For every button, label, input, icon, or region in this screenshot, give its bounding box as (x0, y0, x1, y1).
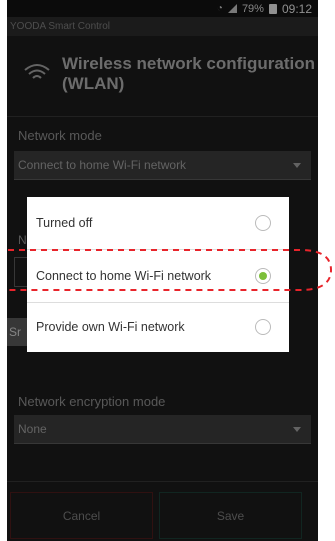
highlight-dashed-outline (8, 249, 333, 291)
annotation-overlay (8, 249, 333, 291)
